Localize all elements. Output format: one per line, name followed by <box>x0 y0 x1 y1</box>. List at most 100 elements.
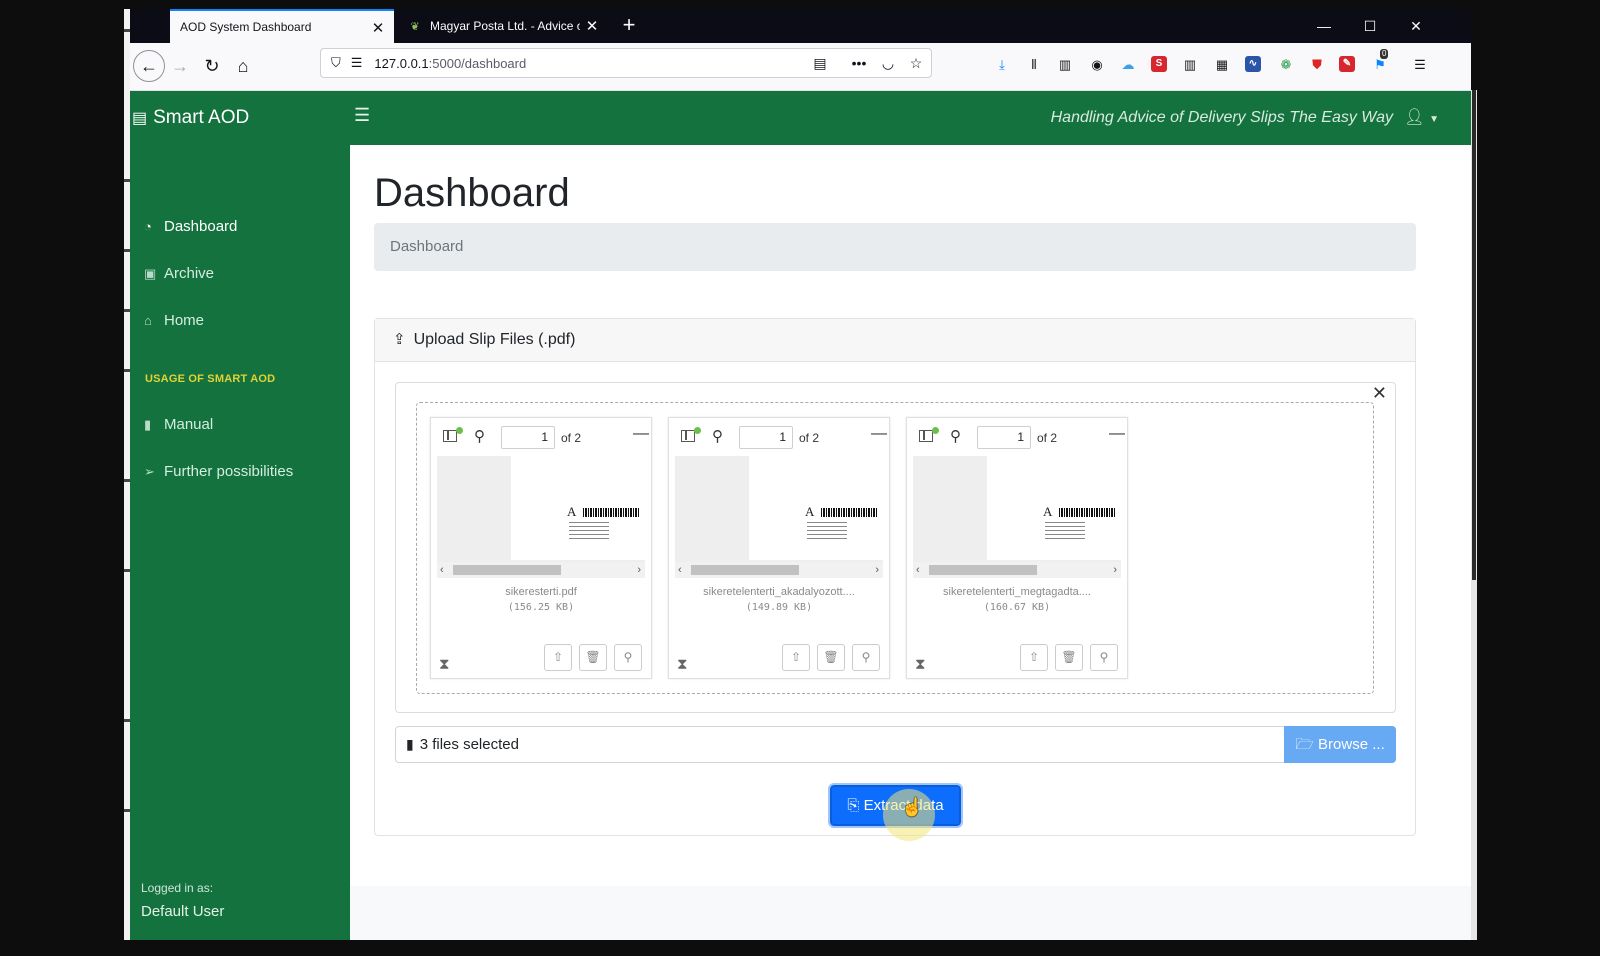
user-menu-button[interactable]: 👤︎ ▼ <box>1404 91 1439 147</box>
pdf-page-thumbnail: A <box>749 456 883 560</box>
scroll-left-icon[interactable]: ‹ <box>678 562 682 578</box>
close-tab-icon[interactable]: ✕ <box>370 19 386 37</box>
pdf-canvas[interactable]: A <box>913 456 1121 562</box>
search-icon[interactable]: ⚲ <box>712 427 723 445</box>
sidebar-item-dashboard[interactable]: ◔ Dashboard <box>144 215 237 239</box>
sidebar-item-home[interactable]: ⌂ Home <box>144 309 204 333</box>
page-scrollbar[interactable] <box>1471 90 1477 940</box>
zoom-file-button[interactable]: ⚲ <box>614 644 642 671</box>
page-number-input[interactable]: 1 <box>501 426 555 449</box>
apps-grid-icon[interactable]: ▦ <box>1212 55 1232 75</box>
sidebar-toggle-button[interactable]: ☰ <box>354 105 370 126</box>
page-number-input[interactable]: 1 <box>739 426 793 449</box>
barcode <box>583 508 639 517</box>
sidebar-toggle-icon[interactable] <box>681 430 695 442</box>
menu-hamburger-icon[interactable]: ☰ <box>1410 55 1430 75</box>
downloads-icon[interactable]: ⤓ <box>992 55 1012 75</box>
clear-preview-icon[interactable]: ✕ <box>1372 383 1387 404</box>
status-dot <box>932 427 939 434</box>
sidebar-item-manual[interactable]: ▮ Manual <box>144 413 213 437</box>
drop-zone[interactable]: ⚲ 1 of 2 — A ‹ › sikeresterti.pdf (156.25… <box>416 402 1374 694</box>
search-icon[interactable]: ⚲ <box>474 427 485 445</box>
cloud-extension-icon[interactable]: ☁ <box>1118 55 1138 75</box>
reload-button[interactable]: ↻ <box>198 52 226 80</box>
page-info-icon[interactable]: ☰ <box>351 55 363 71</box>
scroll-left-icon[interactable]: ‹ <box>440 562 444 578</box>
maximize-button[interactable]: ☐ <box>1347 9 1393 43</box>
close-tab-icon[interactable]: ✕ <box>584 17 600 35</box>
search-icon[interactable]: ⚲ <box>950 427 961 445</box>
barcode <box>821 508 877 517</box>
extract-data-button[interactable]: ⎘ Extract data <box>828 783 963 828</box>
pdf-page-thumbnail: A <box>987 456 1121 560</box>
file-name: sikeretelenterti_akadalyozott.... <box>703 586 855 598</box>
zoom-out-icon[interactable]: — <box>871 425 887 443</box>
horizontal-scrollbar[interactable]: ‹ › <box>675 562 883 578</box>
upload-icon: ⇪ <box>393 331 406 348</box>
zoom-file-button[interactable]: ⚲ <box>852 644 880 671</box>
pdf-extension-icon[interactable]: ✎ <box>1339 56 1355 72</box>
green-extension-icon[interactable]: ❁ <box>1276 55 1296 75</box>
scrollbar-thumb[interactable] <box>453 565 561 575</box>
barcode-extension-icon[interactable]: ▥ <box>1180 55 1200 75</box>
upload-file-button[interactable]: ⇧ <box>1020 644 1048 671</box>
pdf-canvas[interactable]: A <box>675 456 883 562</box>
delete-file-button[interactable]: 🗑︎ <box>817 644 845 671</box>
page-number-input[interactable]: 1 <box>977 426 1031 449</box>
s-extension-icon[interactable]: S <box>1151 56 1167 72</box>
sidebar-item-archive[interactable]: ▣ Archive <box>144 262 214 286</box>
url-text[interactable]: 127.0.0.1:5000/dashboard <box>374 56 526 71</box>
upload-file-button[interactable]: ⇧ <box>544 644 572 671</box>
notification-extension-icon[interactable]: ⚑ 0 <box>1370 49 1390 75</box>
scroll-right-icon[interactable]: › <box>875 562 879 578</box>
scroll-left-icon[interactable]: ‹ <box>916 562 920 578</box>
browse-button[interactable]: 🗁︎ Browse ... <box>1284 726 1396 763</box>
sidebar-item-further-possibilities[interactable]: ➢ Further possibilities <box>144 460 293 484</box>
breadcrumb: Dashboard <box>374 223 1416 271</box>
sidebar-toggle-icon[interactable]: ▥ <box>1055 55 1075 75</box>
horizontal-scrollbar[interactable]: ‹ › <box>437 562 645 578</box>
upload-card-title: Upload Slip Files (.pdf) <box>413 331 576 348</box>
scroll-right-icon[interactable]: › <box>1113 562 1117 578</box>
hourglass-icon: ⧗ <box>915 656 926 673</box>
zoom-out-icon[interactable]: — <box>633 425 649 443</box>
tab-aod-dashboard[interactable]: AOD System Dashboard ✕ <box>170 9 394 43</box>
library-icon[interactable]: ⫴ <box>1024 55 1044 75</box>
new-tab-button[interactable]: + <box>616 12 642 38</box>
sidebar-toggle-icon[interactable] <box>919 430 933 442</box>
pocket-icon[interactable]: ◡ <box>877 55 899 72</box>
url-bar[interactable]: ⛉ ☰ 127.0.0.1:5000/dashboard ▤ ••• ◡ ☆ <box>320 48 932 78</box>
scroll-right-icon[interactable]: › <box>637 562 641 578</box>
pdf-canvas[interactable]: A <box>437 456 645 562</box>
sidebar-item-label: Dashboard <box>164 218 238 235</box>
sidebar-toggle-icon[interactable] <box>443 430 457 442</box>
delete-file-button[interactable]: 🗑︎ <box>1055 644 1083 671</box>
zoom-file-button[interactable]: ⚲ <box>1090 644 1118 671</box>
pulse-extension-icon[interactable]: ∿ <box>1245 56 1261 72</box>
page-scrollbar-thumb[interactable] <box>1472 90 1476 580</box>
slip-letter: A <box>567 504 577 519</box>
scrollbar-thumb[interactable] <box>691 565 799 575</box>
bookmark-star-icon[interactable]: ☆ <box>905 55 927 72</box>
upload-file-button[interactable]: ⇧ <box>782 644 810 671</box>
close-window-button[interactable]: ✕ <box>1393 9 1439 43</box>
file-input[interactable]: ▮ 3 files selected 🗁︎ Browse ... <box>395 726 1396 763</box>
archive-icon: ▣ <box>144 266 157 281</box>
account-icon[interactable]: ◉ <box>1087 55 1107 75</box>
ublock-shield-icon[interactable]: ⛊ <box>1307 55 1327 75</box>
more-actions-icon[interactable]: ••• <box>848 55 870 71</box>
app-tagline: Handling Advice of Delivery Slips The Ea… <box>1050 109 1393 126</box>
tab-magyar-posta[interactable]: ❦ Magyar Posta Ltd. - Advice of d ✕ <box>398 9 608 43</box>
zoom-out-icon[interactable]: — <box>1109 425 1125 443</box>
home-icon[interactable]: ⌂ <box>229 52 257 80</box>
reader-view-icon[interactable]: ▤ <box>809 55 831 72</box>
delete-file-button[interactable]: 🗑︎ <box>579 644 607 671</box>
minimize-button[interactable]: — <box>1301 9 1347 43</box>
brand[interactable]: ▤ Smart AOD <box>132 91 249 145</box>
forward-button[interactable]: → <box>166 52 194 80</box>
horizontal-scrollbar[interactable]: ‹ › <box>913 562 1121 578</box>
shield-icon[interactable]: ⛉ <box>331 55 341 71</box>
sidebar-item-label: Home <box>164 312 205 329</box>
back-button[interactable]: ← <box>133 50 165 82</box>
scrollbar-thumb[interactable] <box>929 565 1037 575</box>
